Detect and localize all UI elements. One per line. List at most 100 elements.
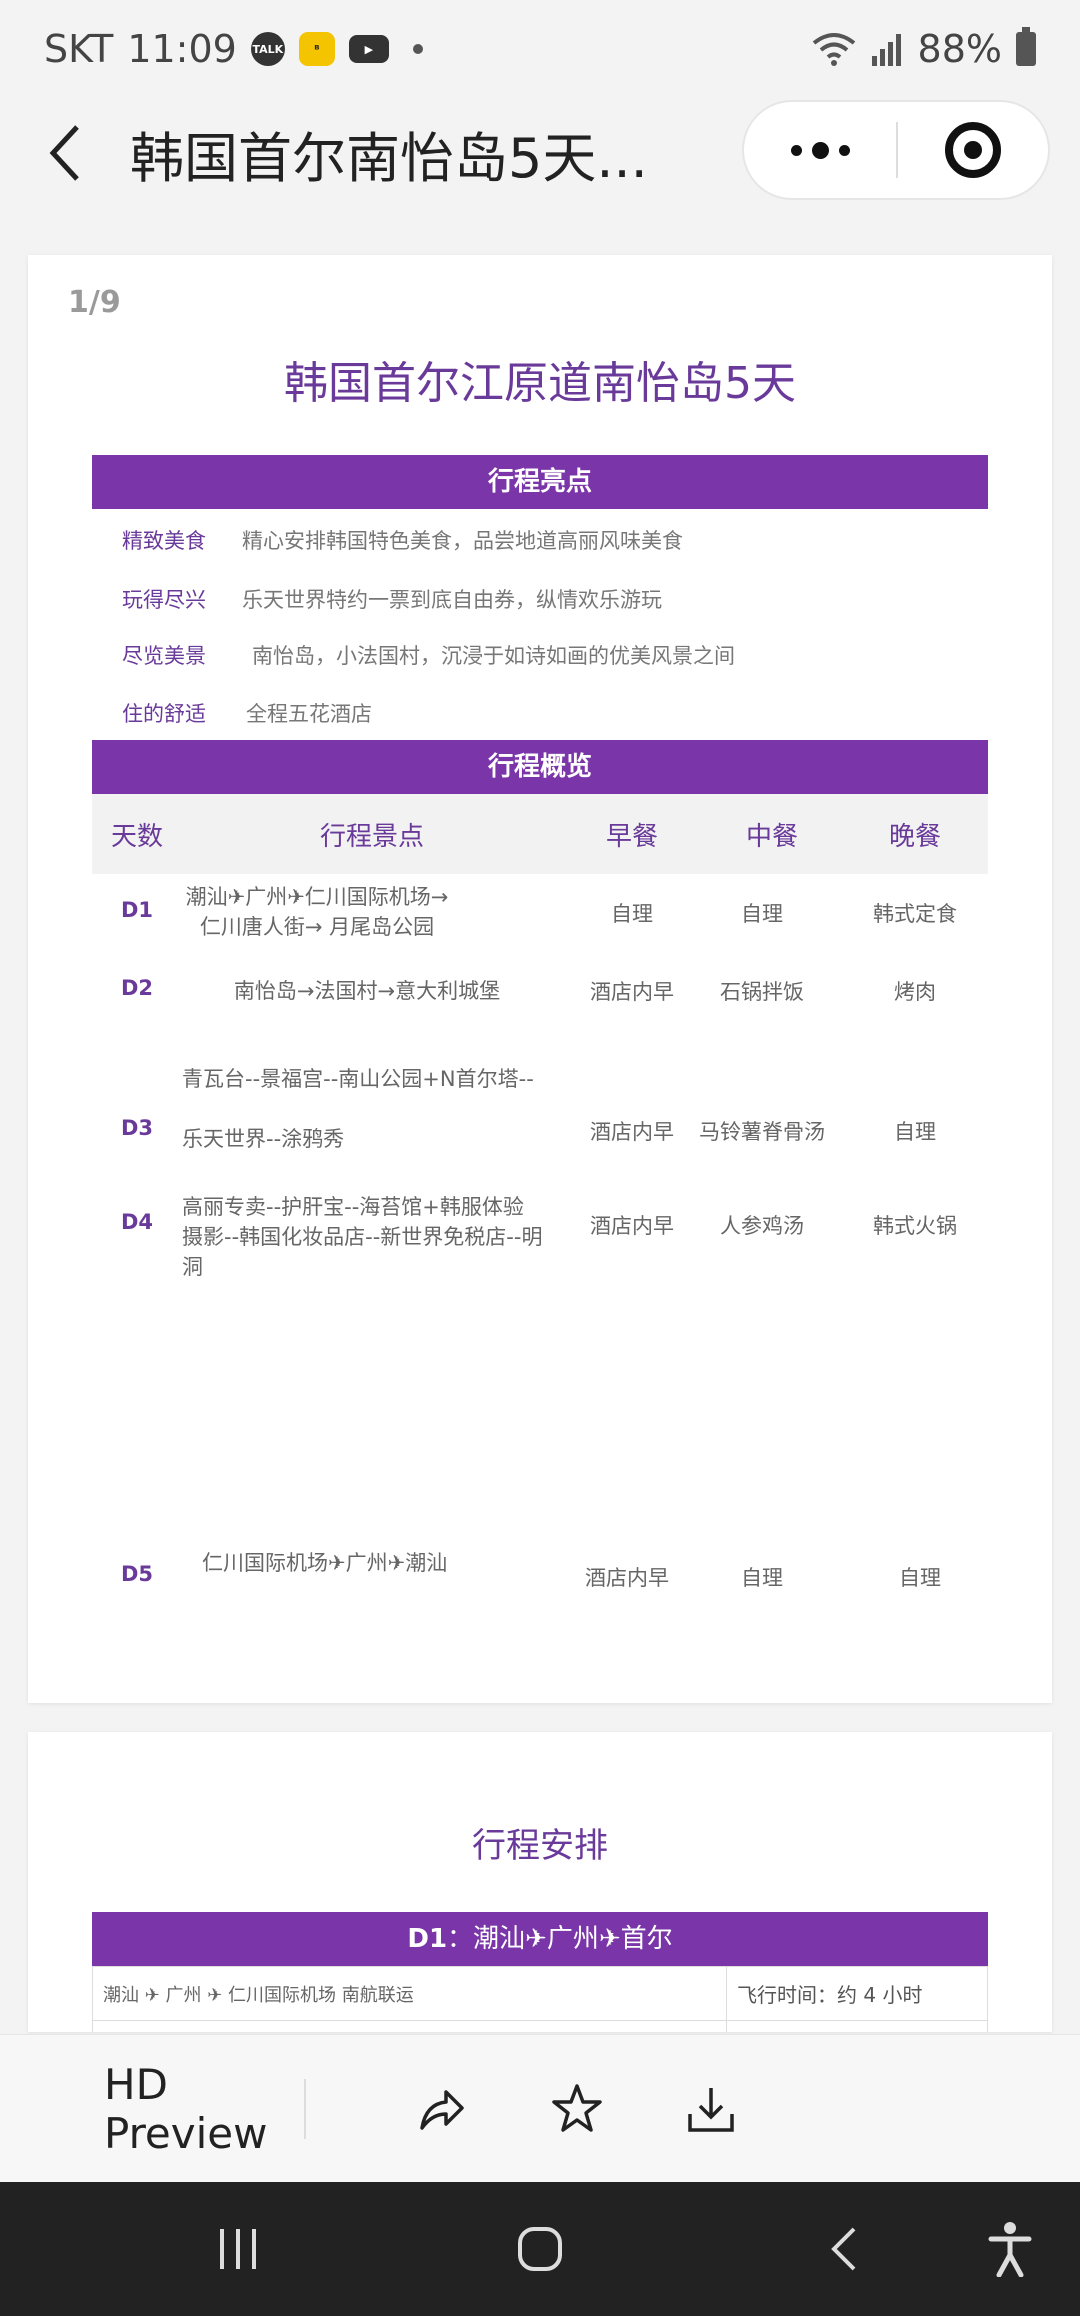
status-right: 88%	[812, 27, 1036, 71]
accessibility-button[interactable]	[970, 2212, 1050, 2286]
schedule-cell: 潮汕✈广州✈仁川国际机场→仁川唐人街→ 月尾岛公园	[185, 885, 449, 939]
table-row: D2 南怡岛→法国村→意大利城堡 酒店内早 石锅拌饭 烤肉	[92, 970, 988, 1020]
day-cell: D5	[120, 1562, 154, 1586]
signal-icon	[871, 34, 901, 66]
lunch-cell: 马铃薯脊骨汤	[699, 1120, 825, 1144]
overview-column-headers: 天数 行程景点 早餐 中餐 晚餐	[92, 794, 988, 874]
table-row	[93, 2021, 987, 2032]
page-title: 韩国首尔南怡岛5天...	[130, 126, 648, 190]
highlight-label: 住的舒适	[122, 702, 206, 726]
highlight-row: 住的舒适 全程五花酒店	[92, 683, 988, 743]
home-icon	[518, 2227, 562, 2271]
target-ring-icon	[945, 122, 1001, 178]
more-dots-icon	[790, 144, 802, 156]
back-arrow-icon	[831, 2227, 856, 2271]
highlight-label: 尽览美景	[122, 644, 206, 668]
ring-dot	[964, 141, 982, 159]
highlight-label: 精致美食	[122, 529, 206, 553]
breakfast-cell: 自理	[611, 902, 653, 926]
youtube-icon: ▶	[348, 35, 389, 63]
highlights-header: 行程亮点	[92, 455, 988, 509]
mini-program-header: 韩国首尔南怡岛5天...	[0, 98, 1080, 208]
schedule-cell: 仁川国际机场✈广州✈潮汕	[202, 1551, 448, 1575]
flight-route-cell: 潮汕 ✈ 广州 ✈ 仁川国际机场 南航联运	[93, 1967, 727, 2020]
highlights-section: 行程亮点 精致美食 精心安排韩国特色美食，品尝地道高丽风味美食 玩得尽兴 乐天世…	[92, 455, 988, 743]
recent-apps-icon	[220, 2229, 256, 2269]
highlight-value: 精心安排韩国特色美食，品尝地道高丽风味美食	[242, 529, 683, 553]
day-cell: D4	[120, 1210, 154, 1234]
dinner-cell: 自理	[899, 1566, 941, 1590]
column-header: 天数	[110, 821, 163, 852]
schedule-title: 行程安排	[472, 1826, 608, 1866]
overview-header: 行程概览	[92, 740, 988, 794]
overview-table-body: D1 潮汕✈广州✈仁川国际机场→仁川唐人街→ 月尾岛公园 自理 自理 韩式定食 …	[92, 874, 988, 1614]
kakaotalk-icon: TALK	[250, 32, 285, 66]
table-row: D4 高丽专卖--护肝宝--海苔馆+韩服体验摄影--韩国化妆品店--新世界免税店…	[92, 1192, 988, 1279]
table-row: D5 仁川国际机场✈广州✈潮汕 酒店内早 自理 自理	[92, 1548, 988, 1598]
table-row: D1 潮汕✈广州✈仁川国际机场→仁川唐人街→ 月尾岛公园 自理 自理 韩式定食	[92, 874, 988, 954]
column-header: 早餐	[605, 821, 658, 852]
table-row: D3 青瓦台--景福宫--南山公园+N首尔塔-- 乐天世界--涂鸦秀 酒店内早 …	[92, 1064, 988, 1184]
document-page-2[interactable]: 行程安排 D1：潮汕✈广州✈首尔 潮汕 ✈ 广州 ✈ 仁川国际机场 南航联运 飞…	[28, 1732, 1052, 2032]
breakfast-cell: 酒店内早	[590, 980, 674, 1004]
download-button[interactable]	[676, 2074, 746, 2144]
hd-preview-label: HD Preview	[104, 2059, 268, 2158]
carrier-label: SKT	[44, 27, 114, 71]
document-page-1[interactable]: 1/9 韩国首尔江原道南怡岛5天 行程亮点 精致美食 精心安排韩国特色美食，品尝…	[28, 255, 1052, 1703]
battery-percent: 88%	[917, 27, 1002, 71]
document-title: 韩国首尔江原道南怡岛5天	[284, 358, 796, 409]
schedule-cell: 南怡岛→法国村→意大利城堡	[233, 979, 501, 1003]
breakfast-cell: 酒店内早	[590, 1120, 674, 1144]
download-icon	[688, 2087, 734, 2132]
breakfast-cell: 酒店内早	[590, 1214, 674, 1238]
dinner-cell: 烤肉	[894, 980, 936, 1004]
status-bar: SKT 11:09 TALK ᴮ ▶ 88%	[0, 0, 1080, 98]
overview-section: 行程概览 天数 行程景点 早餐 中餐 晚餐	[92, 740, 988, 874]
chevron-left-icon	[49, 125, 79, 181]
highlight-value: 乐天世界特约一票到底自由券，纵情欢乐游玩	[242, 588, 662, 612]
dinner-cell: 韩式火锅	[873, 1214, 957, 1238]
recent-apps-button[interactable]	[198, 2212, 278, 2286]
system-navigation-bar	[0, 2182, 1080, 2316]
status-left: SKT 11:09 TALK ᴮ ▶	[44, 27, 423, 71]
capsule-menu	[742, 100, 1050, 200]
page-indicator: 1/9	[68, 285, 121, 320]
back-button[interactable]	[0, 98, 130, 208]
day1-route: ：潮汕✈广州✈首尔	[447, 1924, 673, 1954]
day-cell: D1	[120, 898, 154, 922]
lunch-cell: 人参鸡汤	[720, 1214, 804, 1238]
star-icon	[552, 2083, 602, 2132]
breakfast-cell: 酒店内早	[585, 1566, 669, 1590]
hd-preview-toggle[interactable]: HD Preview	[86, 2059, 268, 2159]
toolbar-divider	[304, 2078, 306, 2139]
lunch-cell: 石锅拌饭	[720, 980, 804, 1004]
highlight-row: 精致美食 精心安排韩国特色美食，品尝地道高丽风味美食	[92, 509, 988, 571]
day1-header: D1：潮汕✈广州✈首尔	[92, 1912, 988, 1966]
highlight-value: 全程五花酒店	[246, 702, 372, 726]
lunch-cell: 自理	[741, 902, 783, 926]
more-dots-icon-right	[838, 144, 850, 156]
day-cell: D3	[120, 1116, 154, 1140]
system-back-button[interactable]	[804, 2212, 884, 2286]
column-header: 中餐	[745, 821, 798, 852]
home-button[interactable]	[500, 2212, 580, 2286]
highlight-value: 南怡岛，小法国村，沉浸于如诗如画的优美风景之间	[252, 644, 735, 668]
schedule-cell: 高丽专卖--护肝宝--海苔馆+韩服体验摄影--韩国化妆品店--新世界免税店--明…	[182, 1195, 543, 1279]
column-header: 行程景点	[319, 821, 424, 852]
table-cell	[93, 2021, 727, 2032]
battery-icon	[1016, 27, 1036, 66]
day1-table: 潮汕 ✈ 广州 ✈ 仁川国际机场 南航联运 飞行时间：约 4 小时	[92, 1966, 988, 2032]
more-button[interactable]	[744, 102, 896, 198]
share-button[interactable]	[406, 2074, 476, 2144]
highlight-label: 玩得尽兴	[122, 588, 206, 612]
day-cell: D2	[120, 976, 154, 1000]
share-icon	[420, 2089, 464, 2130]
clock: 11:09	[127, 27, 237, 71]
close-miniprogram-button[interactable]	[898, 102, 1048, 198]
bottom-toolbar: HD Preview	[0, 2034, 1080, 2182]
schedule-cell: 青瓦台--景福宫--南山公园+N首尔塔--	[182, 1067, 534, 1091]
column-header: 晚餐	[888, 821, 941, 852]
flight-time-cell: 飞行时间：约 4 小时	[737, 1983, 923, 2007]
favorite-button[interactable]	[542, 2074, 612, 2144]
more-dots-icon-center	[811, 141, 829, 159]
